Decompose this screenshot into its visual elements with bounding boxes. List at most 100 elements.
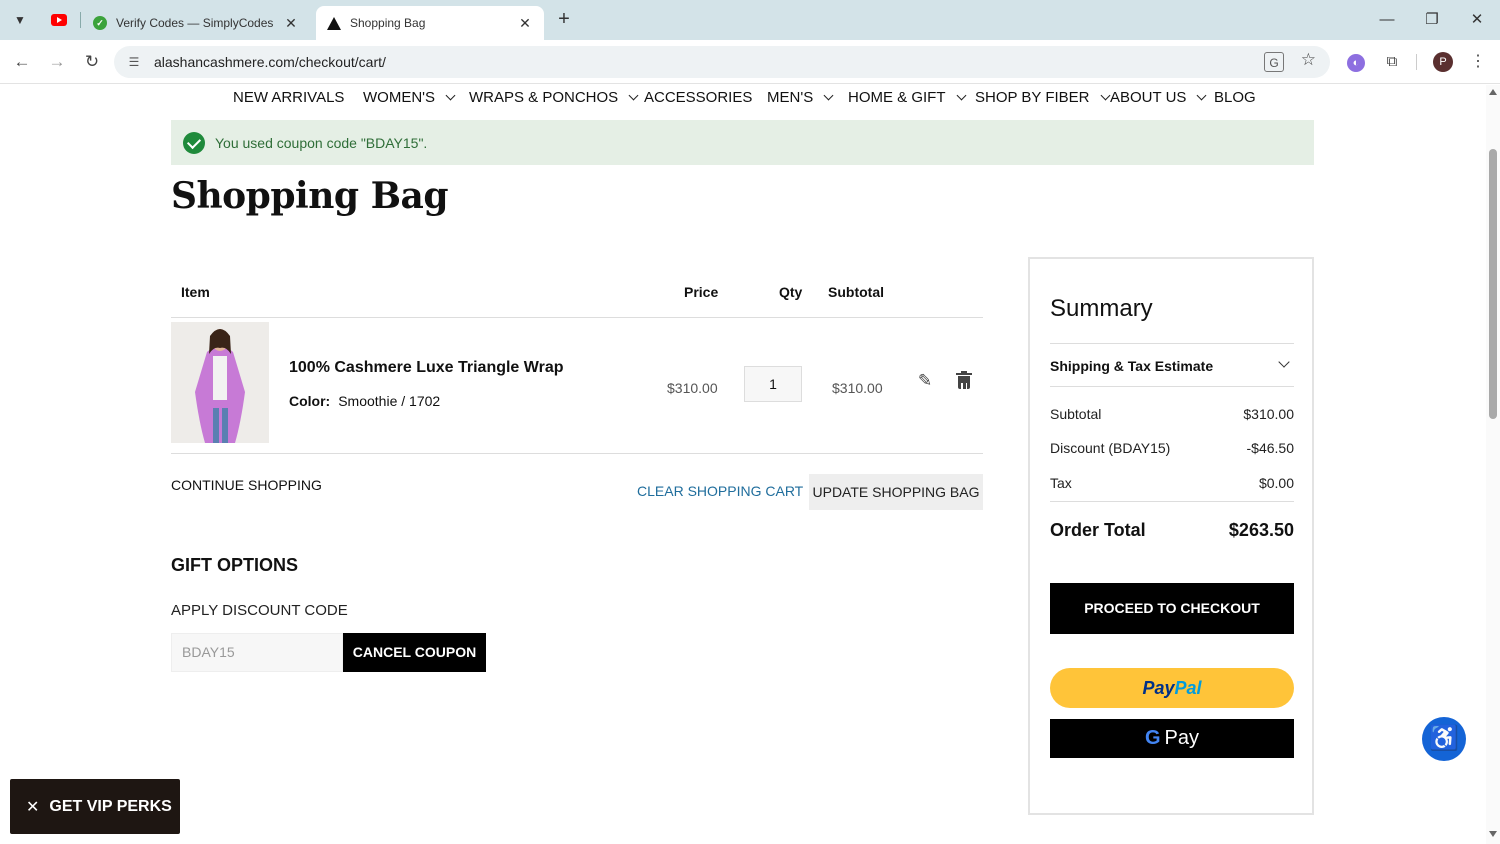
paypal-button[interactable]: PayPal xyxy=(1050,668,1294,708)
chevron-down-icon xyxy=(1278,356,1290,368)
scroll-up-arrow-icon[interactable] xyxy=(1489,89,1497,95)
summary-row-subtotal: Subtotal $310.00 xyxy=(1050,406,1294,422)
nav-wraps-ponchos[interactable]: WRAPS & PONCHOS xyxy=(469,89,639,106)
nav-new-arrivals[interactable]: NEW ARRIVALS xyxy=(233,89,344,106)
translate-icon[interactable]: G xyxy=(1264,52,1284,72)
vip-perks-banner[interactable]: ✕ GET VIP PERKS xyxy=(10,779,180,834)
maximize-button[interactable]: ❐ xyxy=(1409,6,1455,34)
chevron-down-icon xyxy=(1100,90,1110,101)
cart-item-row: 100% Cashmere Luxe Triangle Wrap Color: S… xyxy=(171,319,983,454)
back-icon[interactable]: ← xyxy=(8,48,36,76)
cancel-coupon-button[interactable]: CANCEL COUPON xyxy=(343,633,486,672)
option-label: Color: xyxy=(289,393,331,409)
option-value: Smoothie / 1702 xyxy=(338,393,441,409)
scroll-down-arrow-icon[interactable] xyxy=(1489,831,1497,837)
order-summary: Summary Shipping & Tax Estimate Subtotal… xyxy=(1028,257,1314,815)
update-bag-button[interactable]: UPDATE SHOPPING BAG xyxy=(809,474,983,510)
gift-options-heading[interactable]: GIFT OPTIONS xyxy=(171,555,298,576)
product-image[interactable] xyxy=(171,322,269,443)
trash-icon[interactable] xyxy=(956,371,972,392)
summary-row-tax: Tax $0.00 xyxy=(1050,475,1294,491)
url-text[interactable]: alashancashmere.com/checkout/cart/ xyxy=(154,54,386,70)
coupon-success-message: You used coupon code "BDAY15". xyxy=(171,120,1314,165)
nav-home-gift[interactable]: HOME & GIFT xyxy=(848,89,966,106)
menu-icon[interactable]: ⋮ xyxy=(1468,50,1488,74)
edit-pencil-icon[interactable]: ✎ xyxy=(915,371,935,391)
nav-blog[interactable]: BLOG xyxy=(1214,89,1256,106)
tab-title: Shopping Bag xyxy=(350,16,426,30)
nav-mens[interactable]: MEN'S xyxy=(767,89,834,106)
discount-code-input[interactable]: BDAY15 xyxy=(171,633,343,672)
continue-shopping-link[interactable]: CONTINUE SHOPPING xyxy=(171,477,322,493)
scrollbar-thumb[interactable] xyxy=(1489,149,1497,419)
nav-label: BLOG xyxy=(1214,89,1256,106)
nav-label: ACCESSORIES xyxy=(644,89,753,106)
minimize-button[interactable]: — xyxy=(1364,6,1410,34)
bookmark-star-icon[interactable]: ☆ xyxy=(1301,50,1316,70)
gpay-text: Pay xyxy=(1164,727,1200,749)
tab-simplycodes[interactable]: ✓ Verify Codes — SimplyCodes ✕ xyxy=(84,6,310,40)
header-subtotal: Subtotal xyxy=(828,284,884,300)
chevron-down-icon xyxy=(445,90,456,101)
header-price: Price xyxy=(684,284,719,300)
tab-close-icon[interactable]: ✕ xyxy=(280,15,302,32)
proceed-to-checkout-button[interactable]: PROCEED TO CHECKOUT xyxy=(1050,583,1294,634)
nav-accessories[interactable]: ACCESSORIES xyxy=(644,89,752,106)
close-icon[interactable]: ✕ xyxy=(26,797,39,817)
nav-label: MEN'S xyxy=(767,89,814,106)
discount-code-label[interactable]: APPLY DISCOUNT CODE xyxy=(171,602,348,619)
youtube-icon xyxy=(51,14,67,26)
profile-avatar[interactable]: P xyxy=(1433,52,1453,72)
google-pay-button[interactable]: G Pay xyxy=(1050,719,1294,758)
reload-icon[interactable]: ↻ xyxy=(78,48,106,76)
nav-womens[interactable]: WOMEN'S xyxy=(363,89,456,106)
close-window-button[interactable]: ✕ xyxy=(1454,6,1500,34)
header-item: Item xyxy=(181,284,210,300)
alashan-favicon xyxy=(326,15,342,31)
address-bar[interactable]: ☰ alashancashmere.com/checkout/cart/ G ☆ xyxy=(114,46,1330,78)
nav-label: ABOUT US xyxy=(1110,89,1187,106)
row-label: Tax xyxy=(1050,475,1072,491)
clear-cart-link[interactable]: CLEAR SHOPPING CART xyxy=(637,483,803,499)
main-navigation: NEW ARRIVALS WOMEN'S WRAPS & PONCHOS ACC… xyxy=(0,89,1486,111)
row-value: $310.00 xyxy=(1243,406,1294,422)
nav-shop-by-fiber[interactable]: SHOP BY FIBER xyxy=(975,89,1110,106)
row-value: $0.00 xyxy=(1258,475,1294,491)
simplycodes-favicon: ✓ xyxy=(92,15,108,31)
nav-label: NEW ARRIVALS xyxy=(233,89,345,106)
product-name[interactable]: 100% Cashmere Luxe Triangle Wrap xyxy=(289,359,563,377)
item-subtotal: $310.00 xyxy=(832,380,883,396)
paypal-text-part2: Pal xyxy=(1174,678,1202,698)
vip-label: GET VIP PERKS xyxy=(49,797,172,815)
youtube-pinned-tab[interactable] xyxy=(46,8,72,32)
nav-label: WOMEN'S xyxy=(363,89,436,106)
page-title: Shopping Bag xyxy=(171,175,449,217)
browser-toolbar: ← → ↻ ☰ alashancashmere.com/checkout/car… xyxy=(0,40,1500,84)
order-total: Order Total $263.50 xyxy=(1050,501,1294,545)
tab-close-icon[interactable]: ✕ xyxy=(514,15,536,32)
chevron-down-icon xyxy=(956,90,966,101)
page-scrollbar[interactable] xyxy=(1486,85,1500,844)
quantity-input[interactable]: 1 xyxy=(744,366,802,402)
nav-label: HOME & GIFT xyxy=(848,89,946,106)
toolbar-separator xyxy=(1416,54,1417,70)
site-info-icon[interactable]: ☰ xyxy=(124,52,144,72)
item-price: $310.00 xyxy=(667,380,718,396)
check-circle-icon xyxy=(183,131,205,154)
puzzle-icon[interactable]: ⧉ xyxy=(1380,50,1404,74)
shipping-label: Shipping & Tax Estimate xyxy=(1050,358,1214,374)
tab-shopping-bag[interactable]: Shopping Bag ✕ xyxy=(316,6,544,40)
nav-about-us[interactable]: ABOUT US xyxy=(1110,89,1207,106)
accessibility-icon[interactable]: ♿ xyxy=(1422,717,1466,761)
chevron-down-icon xyxy=(1196,90,1207,101)
chevron-down-icon xyxy=(628,90,639,101)
summary-row-discount: Discount (BDAY15) -$46.50 xyxy=(1050,440,1294,456)
tab-search-icon[interactable]: ▼ xyxy=(8,8,32,32)
row-value: -$46.50 xyxy=(1246,440,1294,456)
tab-separator xyxy=(80,12,81,28)
extension-icon[interactable]: ◐ xyxy=(1344,50,1368,74)
shipping-tax-estimate-toggle[interactable]: Shipping & Tax Estimate xyxy=(1050,343,1294,387)
new-tab-button[interactable]: + xyxy=(552,8,576,32)
total-label: Order Total xyxy=(1050,520,1146,540)
forward-icon[interactable]: → xyxy=(43,48,71,76)
